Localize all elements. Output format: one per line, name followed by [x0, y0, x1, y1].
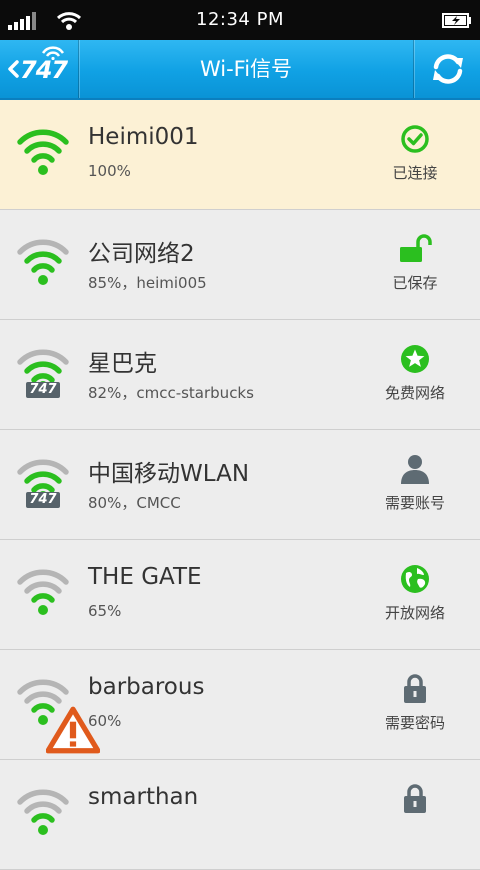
- wifi-network-row[interactable]: 747 星巴克 82%，cmcc-starbucks 免费网络: [0, 320, 480, 430]
- page-title: Wi-Fi信号: [199, 57, 293, 81]
- title-bar: 747 Wi-Fi信号: [0, 40, 480, 100]
- network-name: 星巴克: [88, 351, 157, 377]
- network-name: smarthan: [88, 784, 199, 810]
- network-detail: 85%，heimi005: [88, 274, 207, 292]
- user-icon: [401, 455, 429, 484]
- network-detail: 82%，cmcc-starbucks: [88, 384, 254, 402]
- network-detail: 100%: [88, 162, 131, 180]
- network-status: 需要账号: [384, 494, 445, 512]
- network-status: 免费网络: [384, 384, 445, 402]
- battery-charging-icon: [442, 13, 471, 28]
- wifi-signal-icon: [16, 786, 70, 842]
- app-logo: 747: [20, 56, 68, 84]
- back-button[interactable]: 747: [0, 40, 79, 98]
- refresh-button[interactable]: [413, 40, 480, 98]
- network-name: 中国移动WLAN: [88, 461, 250, 487]
- wifi-network-row[interactable]: 公司网络2 85%，heimi005 已保存: [0, 210, 480, 320]
- network-status: 已连接: [392, 164, 438, 182]
- wifi-signal-icon: 747: [16, 346, 70, 402]
- refresh-icon: [433, 54, 463, 84]
- network-name: 公司网络2: [88, 241, 195, 267]
- wifi-network-row[interactable]: barbarous 60% 需要密码: [0, 650, 480, 760]
- star-circle-icon: [401, 345, 429, 373]
- network-status: 需要密码: [384, 714, 445, 732]
- wifi-signal-icon: 747: [16, 456, 70, 512]
- wifi-signal-icon: [16, 126, 70, 182]
- network-name: THE GATE: [88, 564, 202, 590]
- unlock-icon: [400, 234, 432, 262]
- network-name: barbarous: [88, 674, 205, 700]
- chevron-left-icon: [8, 60, 19, 78]
- network-status: 已保存: [392, 274, 438, 292]
- wifi-signal-icon: [16, 236, 70, 292]
- wifi-network-row[interactable]: smarthan: [0, 760, 480, 870]
- badge-747: 747: [26, 492, 60, 508]
- network-detail: 60%: [88, 712, 122, 730]
- wifi-signal-icon: [16, 566, 70, 622]
- network-detail: 65%: [88, 602, 122, 620]
- status-time: 12:34 PM: [196, 9, 284, 30]
- wifi-network-row[interactable]: THE GATE 65% 开放网络: [0, 540, 480, 650]
- wifi-network-list: Heimi001 100% 已连接 公司网络2 85%，heimi005 已保存: [0, 100, 480, 870]
- globe-icon: [401, 565, 429, 593]
- network-detail: 80%，CMCC: [88, 494, 181, 512]
- wifi-network-row[interactable]: 747 中国移动WLAN 80%，CMCC 需要账号: [0, 430, 480, 540]
- warning-icon: [46, 706, 100, 754]
- badge-747: 747: [26, 382, 60, 398]
- lock-icon: [404, 784, 426, 813]
- lock-icon: [404, 674, 426, 703]
- status-bar: 12:34 PM: [0, 0, 480, 40]
- wifi-network-row[interactable]: Heimi001 100% 已连接: [0, 100, 480, 210]
- wifi-signal-icon: [16, 676, 100, 754]
- network-name: Heimi001: [88, 124, 199, 150]
- check-circle-icon: [401, 125, 429, 153]
- network-status: 开放网络: [384, 604, 445, 622]
